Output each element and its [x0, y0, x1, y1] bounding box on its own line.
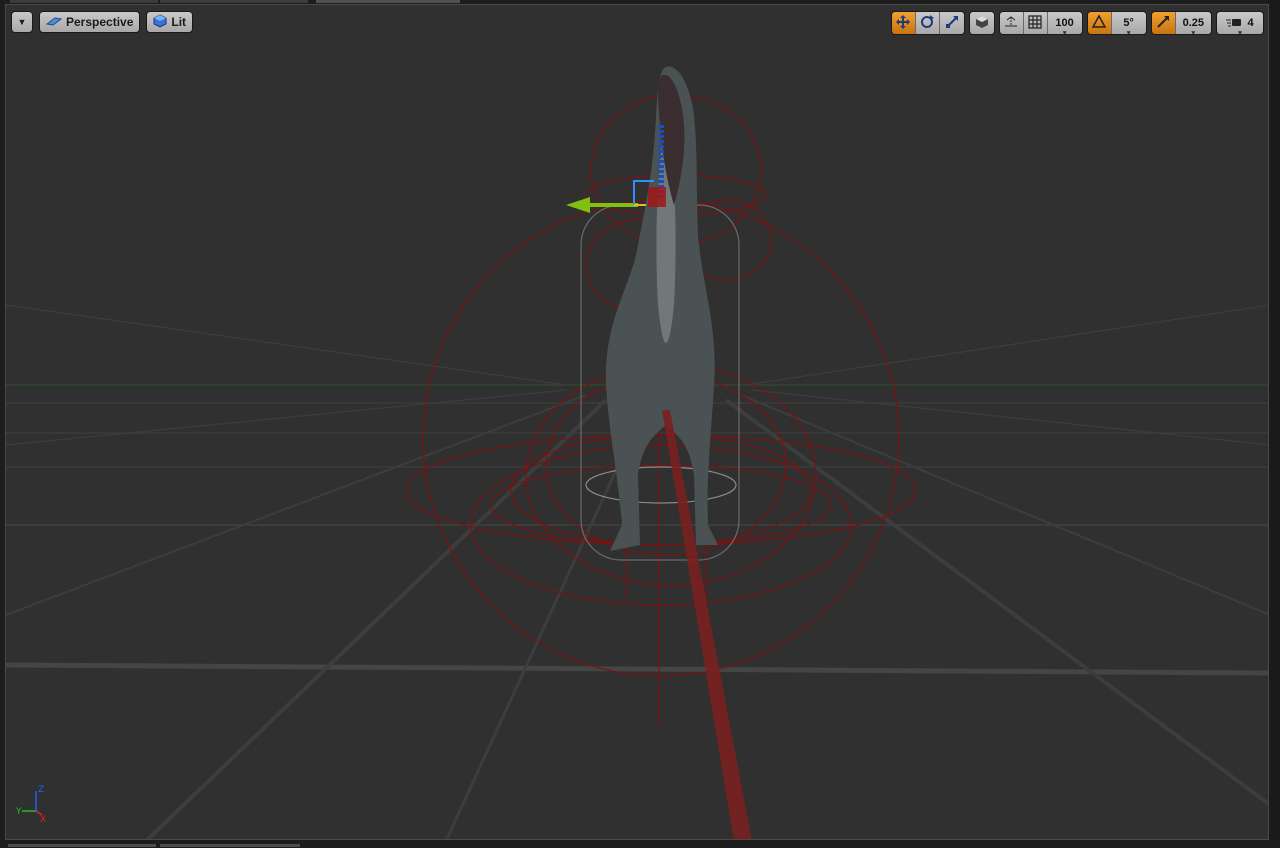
grid-snap-value[interactable]: 100: [1047, 12, 1082, 34]
top-tab-strip-mid: [160, 0, 308, 3]
rotation-snap-value[interactable]: 5°: [1111, 12, 1146, 34]
translate-button[interactable]: [891, 12, 916, 34]
z-axis-label: Z: [38, 785, 44, 795]
rotation-snap-group: 5°: [1086, 11, 1147, 35]
surface-snap-button[interactable]: [999, 12, 1024, 34]
scale-snap-value[interactable]: 0.25: [1175, 12, 1211, 34]
coordinate-space-button[interactable]: [969, 12, 994, 34]
camera-speed-value: 4: [1247, 17, 1254, 29]
bottom-tab-right[interactable]: [160, 844, 300, 847]
translate-icon: [895, 14, 911, 33]
transform-gizmo[interactable]: [566, 125, 666, 213]
scale-icon: [944, 14, 960, 33]
transform-mode-group: [890, 11, 965, 35]
rotation-snap-icon: [1091, 13, 1107, 33]
surface-snap-icon: [1003, 14, 1019, 33]
grid-snap-group: 100: [998, 11, 1083, 35]
rotate-icon: [919, 14, 935, 33]
chevron-down-icon: ▼: [17, 17, 27, 27]
scale-snap-group: 0.25: [1150, 11, 1212, 35]
viewport-scene[interactable]: [6, 5, 1269, 840]
lit-sphere-icon: [153, 13, 167, 31]
y-axis-label: Y: [16, 807, 22, 817]
coordinate-space-group: [968, 11, 995, 35]
scale-snap-button[interactable]: [1151, 12, 1176, 34]
lighting-mode-label: Lit: [171, 15, 187, 29]
camera-speed-group: 4: [1216, 11, 1264, 35]
viewport-toolbar-left: ▼ Perspective Lit: [11, 11, 194, 33]
grid-snap-button[interactable]: [1023, 12, 1048, 34]
axis-indicator: Z Y X: [16, 785, 46, 823]
rotation-snap-button[interactable]: [1087, 12, 1112, 34]
level-viewport[interactable]: ▼ Perspective Lit 100 ▾ 5° ▾ 0.25 ▾ 4 ▾ …: [5, 4, 1269, 840]
top-tab-strip-left: [10, 0, 158, 3]
camera-speed-icon: [1226, 16, 1242, 31]
rotate-button[interactable]: [915, 12, 940, 34]
top-tab-strip-active: [316, 0, 460, 3]
lighting-mode-button[interactable]: Lit: [146, 11, 194, 33]
x-axis-label: X: [40, 815, 46, 823]
perspective-icon: [45, 15, 63, 30]
scale-button[interactable]: [939, 12, 964, 34]
grid-snap-icon: [1028, 14, 1042, 32]
viewport-toolbar-right: 100 5° 0.25: [890, 11, 1264, 35]
bottom-tab-left[interactable]: [8, 844, 156, 847]
right-panel-edge: [1269, 0, 1280, 848]
camera-speed-button[interactable]: 4: [1217, 12, 1263, 34]
view-mode-label: Perspective: [66, 15, 134, 29]
viewport-options-button[interactable]: ▼: [11, 11, 33, 33]
scale-snap-icon: [1155, 14, 1171, 33]
world-space-icon: [974, 14, 990, 33]
creature-mesh: [605, 66, 718, 552]
view-mode-button[interactable]: Perspective: [39, 11, 141, 33]
editor-frame: ▼ Perspective Lit 100 ▾ 5° ▾ 0.25 ▾ 4 ▾ …: [0, 0, 1280, 848]
